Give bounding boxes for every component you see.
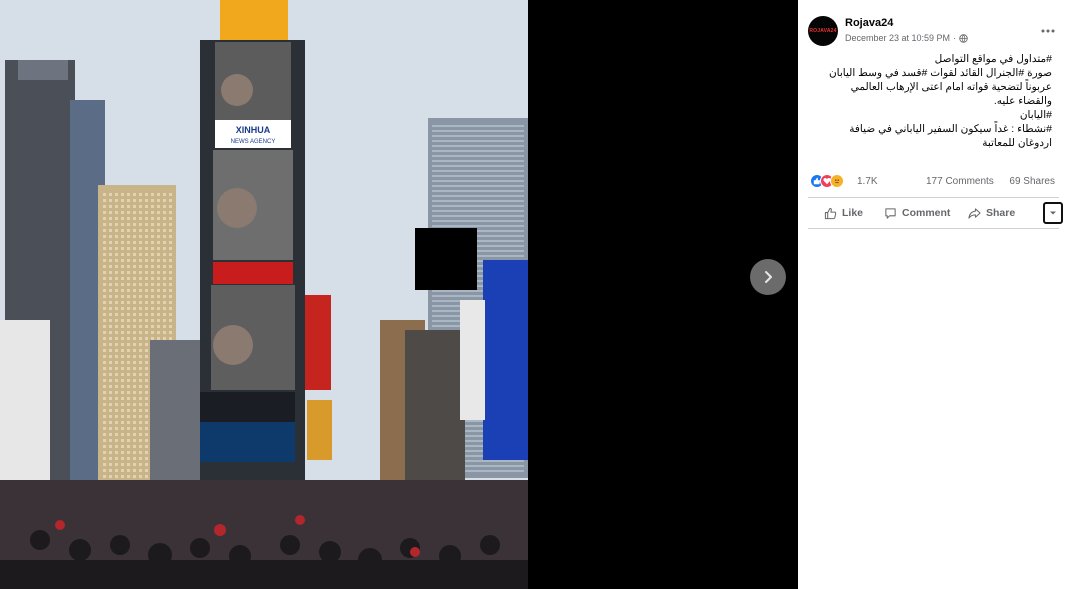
like-label: Like	[842, 207, 864, 219]
photo-viewer: XINHUA NEWS AGENCY	[0, 0, 798, 589]
times-square-scene: XINHUA NEWS AGENCY	[0, 0, 528, 589]
care-icon	[830, 174, 844, 188]
post-line: صورة #الجنرال القائد لقوات #قسد في وسط ا…	[828, 67, 1052, 79]
post-line: #نشطاء : غداً سيكون السفير الياباني في ض…	[849, 123, 1052, 135]
post-text: #متداول في مواقع التواصل صورة #الجنرال ا…	[808, 52, 1052, 150]
share-label: Share	[986, 207, 1016, 219]
more-options-button[interactable]	[1041, 22, 1055, 36]
post-line: #متداول في مواقع التواصل	[934, 53, 1052, 65]
reaction-count[interactable]: 1.7K	[857, 176, 878, 187]
comments-count[interactable]: 177 Comments	[926, 176, 994, 187]
post-meta: December 23 at 10:59 PM ·	[845, 33, 968, 43]
post-line: #اليابان	[1019, 109, 1052, 121]
next-photo-button[interactable]	[750, 259, 786, 295]
comment-label: Comment	[902, 207, 951, 219]
comment-icon	[885, 207, 896, 219]
shares-count[interactable]: 69 Shares	[1009, 176, 1055, 187]
post-line: والقضاء عليه.	[993, 95, 1052, 107]
post-timestamp[interactable]: December 23 at 10:59 PM	[845, 33, 950, 43]
share-audience-dropdown[interactable]	[1043, 202, 1063, 224]
svg-text:NEWS AGENCY: NEWS AGENCY	[231, 139, 276, 145]
post-photo[interactable]: XINHUA NEWS AGENCY	[0, 0, 528, 589]
avatar-text: ROJAVA24	[809, 28, 837, 34]
post-stats: 1.7K 177 Comments 69 Shares	[810, 174, 1055, 190]
post-line: عربوناً لتضحية قواته امام اعتى الإرهاب ا…	[850, 81, 1052, 93]
comment-button[interactable]: Comment	[884, 203, 950, 223]
meta-separator: ·	[953, 33, 957, 43]
reactions-summary[interactable]	[810, 174, 844, 188]
globe-icon	[959, 33, 968, 43]
post-line: اردوغان للمعاتبة	[982, 137, 1052, 149]
post-header: ROJAVA24 Rojava24 December 23 at 10:59 P…	[808, 14, 1063, 50]
chevron-right-icon	[765, 271, 772, 283]
like-button[interactable]: Like	[824, 203, 863, 223]
post-actions: Like Comment Share	[810, 202, 1063, 224]
thumbs-up-icon	[824, 207, 837, 219]
divider	[808, 197, 1059, 198]
avatar[interactable]: ROJAVA24	[808, 16, 838, 46]
billboard-xinhua: XINHUA	[236, 125, 271, 135]
caret-down-icon	[1050, 211, 1056, 215]
share-button[interactable]: Share	[968, 203, 1015, 223]
share-arrow-icon	[968, 207, 981, 219]
post-side-panel: ROJAVA24 Rojava24 December 23 at 10:59 P…	[798, 0, 1069, 589]
author-name[interactable]: Rojava24	[845, 17, 893, 29]
divider	[808, 228, 1059, 229]
ellipsis-icon	[1041, 29, 1055, 33]
